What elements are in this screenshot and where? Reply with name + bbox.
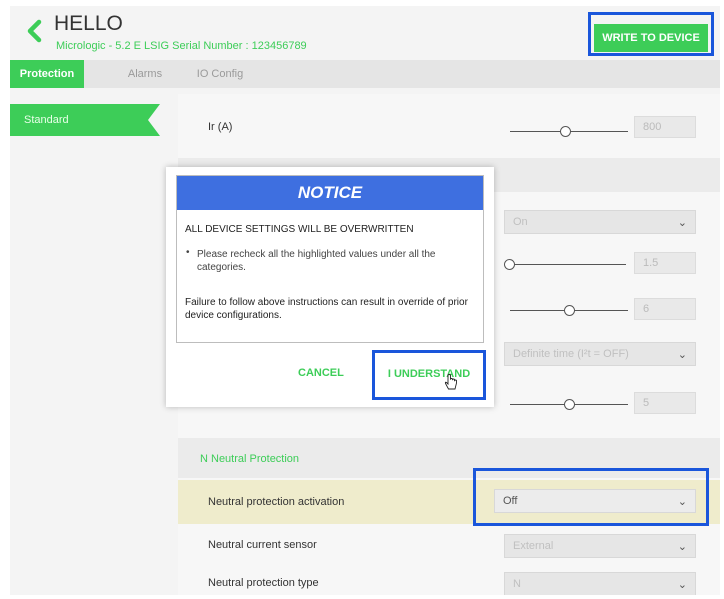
cancel-button[interactable]: CANCEL [298,367,344,379]
sd-field-2[interactable]: 6 [634,298,696,320]
chevron-down-icon: ⌄ [677,579,687,591]
neutral-type-label: Neutral protection type [208,577,319,589]
tsd-select-value: Definite time (I²t = OFF) [513,348,629,360]
sd-slider-1-knob[interactable] [504,259,515,270]
highlight-neutral-activation [473,468,709,526]
notice-bullet: Please recheck all the highlighted value… [197,249,436,273]
tab-bar: Protection Alarms IO Config [10,60,720,88]
ir-label: Ir (A) [208,121,233,133]
sidebar-active-notch [148,104,160,136]
sd-field-1[interactable]: 1.5 [634,252,696,274]
tsd-slider-knob[interactable] [564,399,575,410]
tab-alarms[interactable]: Alarms [110,60,180,88]
tsd-select[interactable]: Definite time (I²t = OFF) ⌄ [504,342,696,366]
notice-dialog-body: NOTICE ALL DEVICE SETTINGS WILL BE OVERW… [176,175,484,343]
neutral-type-select[interactable]: N ⌄ [504,572,696,595]
neutral-sensor-label: Neutral current sensor [208,539,317,551]
back-chevron-icon[interactable] [22,18,48,44]
neutral-type-value: N [513,578,521,590]
notice-footer: Failure to follow above instructions can… [185,297,468,321]
sd-select[interactable]: On ⌄ [504,210,696,234]
chevron-down-icon: ⌄ [677,217,687,229]
tsd-field[interactable]: 5 [634,392,696,414]
neutral-sensor-value: External [513,540,554,552]
tab-io-config[interactable]: IO Config [180,60,260,88]
sd-select-value: On [513,216,528,228]
ir-slider-knob[interactable] [560,126,571,137]
sd-slider-2-knob[interactable] [564,305,575,316]
sd-slider-1[interactable] [506,264,626,265]
sidebar-item-standard[interactable]: Standard [10,104,160,136]
ir-value-field[interactable]: 800 [634,116,696,138]
bullet-dot: • [186,247,190,258]
notice-title: NOTICE [177,176,483,210]
neutral-section-title: N Neutral Protection [200,453,300,465]
hand-pointer-icon [444,374,457,390]
neutral-sensor-select[interactable]: External ⌄ [504,534,696,558]
neutral-activation-label: Neutral protection activation [208,496,345,508]
tab-protection[interactable]: Protection [10,60,84,88]
chevron-down-icon: ⌄ [677,541,687,553]
device-subtitle: Micrologic - 5.2 E LSIG Serial Number : … [56,40,307,52]
highlight-write-button [588,12,714,56]
page-title: HELLO [54,12,123,35]
chevron-down-icon: ⌄ [677,349,687,361]
highlight-understand-button [372,350,486,400]
notice-heading: ALL DEVICE SETTINGS WILL BE OVERWRITTEN [185,224,414,235]
